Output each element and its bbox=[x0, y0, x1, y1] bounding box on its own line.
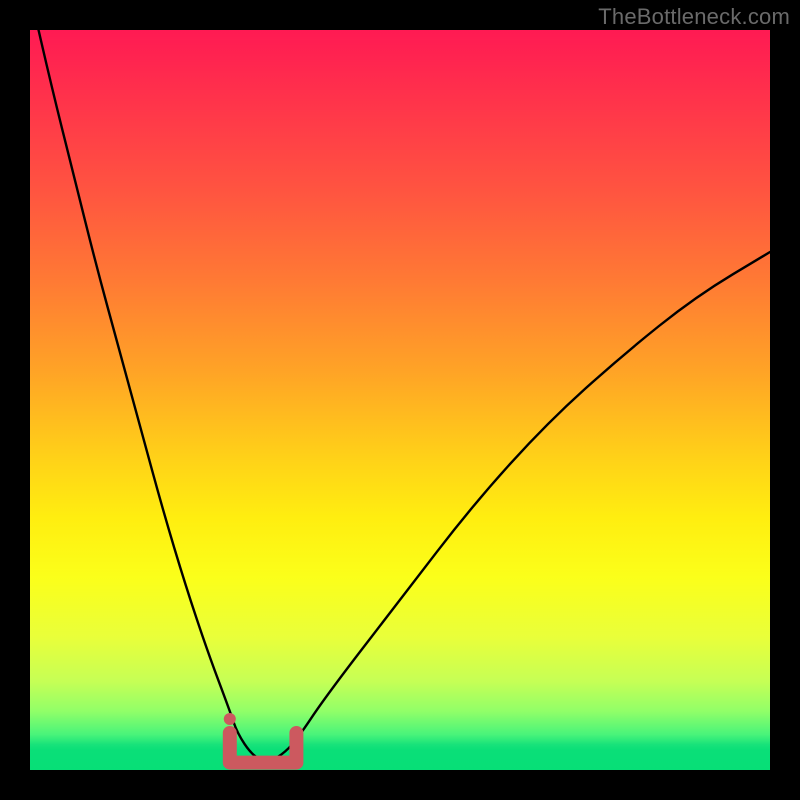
bottleneck-curve bbox=[30, 30, 770, 761]
plot-area bbox=[30, 30, 770, 770]
curve-layer bbox=[30, 30, 770, 770]
trough-dot bbox=[224, 713, 236, 725]
chart-stage: TheBottleneck.com bbox=[0, 0, 800, 800]
watermark-text: TheBottleneck.com bbox=[598, 4, 790, 30]
